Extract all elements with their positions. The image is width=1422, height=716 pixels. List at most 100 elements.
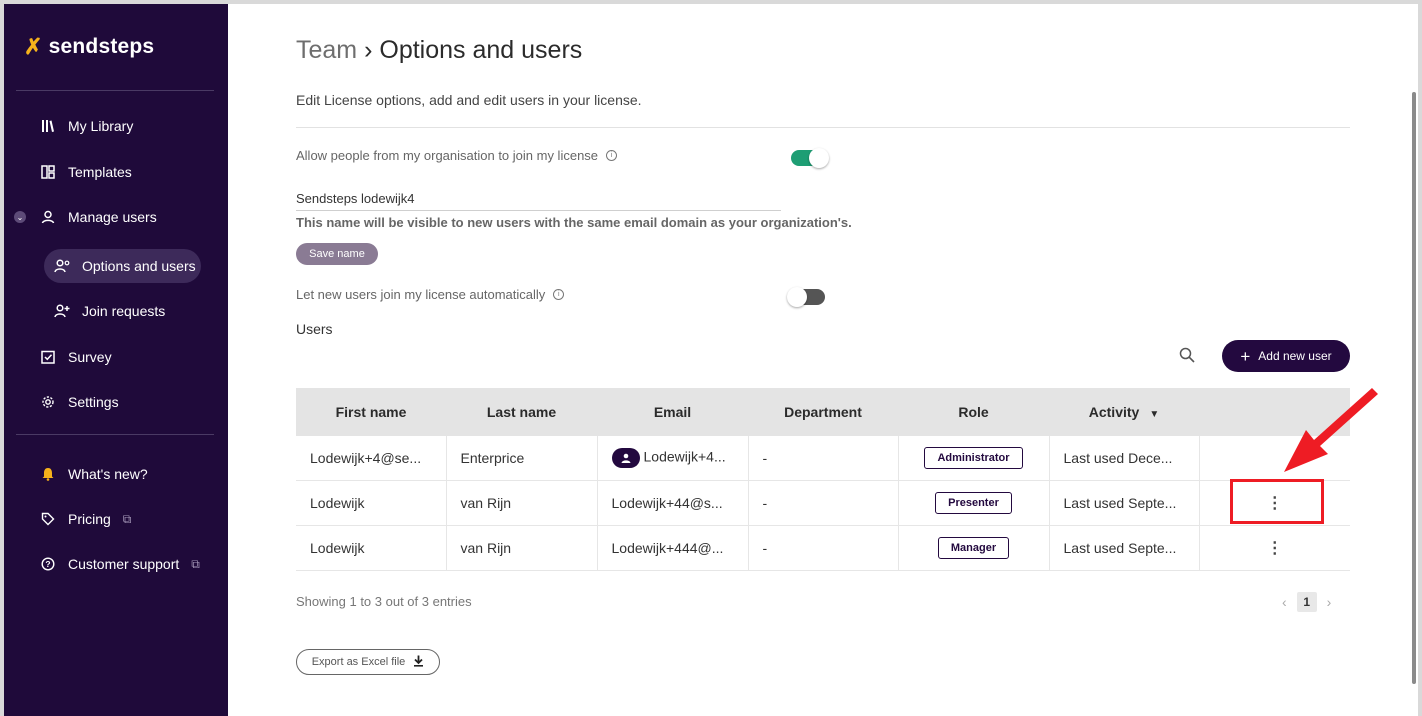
sidebar-item-label: Manage users: [68, 209, 157, 225]
sidebar-item-customer-support[interactable]: ? Customer support ⧉: [4, 549, 228, 579]
save-name-button[interactable]: Save name: [296, 243, 378, 265]
page-number-button[interactable]: 1: [1296, 592, 1317, 612]
sidebar-item-options-and-users[interactable]: Options and users: [4, 249, 228, 283]
chevron-left-icon[interactable]: ‹: [1282, 594, 1287, 610]
add-new-user-label: Add new user: [1258, 349, 1332, 363]
user-settings-icon: [52, 259, 72, 273]
organisation-name-input[interactable]: [296, 186, 781, 211]
logo-icon: ✗: [24, 34, 43, 59]
sidebar-item-pricing[interactable]: Pricing ⧉: [4, 504, 228, 534]
table-row: Lodewijk van Rijn Lodewijk+44@s... - Pre…: [296, 480, 1350, 526]
info-icon[interactable]: i: [553, 289, 565, 300]
pagination: ‹ 1 ›: [1282, 592, 1331, 612]
column-header-activity[interactable]: Activity ▼: [1049, 388, 1199, 436]
sidebar-item-join-requests[interactable]: Join requests: [4, 296, 228, 326]
logo-text: sendsteps: [48, 35, 155, 58]
sidebar-item-settings[interactable]: Settings: [4, 387, 228, 417]
allow-join-label: Allow people from my organisation to joi…: [296, 148, 599, 163]
table-header-row: First name Last name Email Department Ro…: [296, 388, 1350, 436]
cell-first-name: Lodewijk+4@se...: [296, 436, 447, 481]
page-title-text: Options and users: [379, 36, 583, 64]
user-icon: [38, 210, 58, 224]
auto-join-toggle[interactable]: [787, 287, 825, 307]
search-icon[interactable]: [1178, 346, 1196, 364]
sidebar-item-label: Pricing: [68, 511, 111, 527]
activity-header-label: Activity: [1088, 404, 1140, 420]
sidebar-item-label: Templates: [68, 164, 132, 180]
auto-join-option: Let new users join my license automatica…: [296, 287, 565, 302]
role-badge[interactable]: Administrator: [924, 447, 1023, 469]
column-header-last-name[interactable]: Last name: [446, 388, 597, 436]
cell-actions: ⋮: [1199, 525, 1350, 571]
entries-count: Showing 1 to 3 out of 3 entries: [296, 594, 472, 609]
user-add-icon: [52, 304, 72, 318]
library-icon: [38, 119, 58, 133]
table-row: Lodewijk van Rijn Lodewijk+444@... - Man…: [296, 525, 1350, 571]
sidebar-divider: [16, 434, 214, 435]
bell-icon: [38, 467, 58, 481]
templates-icon: [38, 165, 58, 179]
export-label: Export as Excel file: [311, 656, 406, 668]
column-header-role[interactable]: Role: [898, 388, 1049, 436]
cell-department: -: [748, 525, 899, 571]
external-link-icon: ⧉: [191, 556, 200, 571]
page-title: Team › Options and users: [296, 36, 582, 65]
add-new-user-button[interactable]: + Add new user: [1222, 340, 1350, 372]
organisation-name-hint: This name will be visible to new users w…: [296, 215, 852, 230]
auto-join-label: Let new users join my license automatica…: [296, 287, 546, 302]
cell-email: Lodewijk+4...: [597, 436, 749, 481]
breadcrumb-team[interactable]: Team: [296, 36, 357, 64]
cell-activity: Last used Dece...: [1049, 436, 1200, 481]
sidebar-item-my-library[interactable]: My Library: [4, 111, 228, 141]
column-header-first-name[interactable]: First name: [296, 388, 446, 436]
export-excel-button[interactable]: Export as Excel file: [296, 649, 440, 675]
toggle-knob: [809, 148, 829, 168]
users-table: First name Last name Email Department Ro…: [296, 388, 1350, 571]
users-heading: Users: [296, 321, 333, 337]
download-icon: [413, 655, 424, 670]
cell-last-name: van Rijn: [446, 480, 598, 526]
divider: [296, 127, 1350, 128]
sidebar-item-label: Settings: [68, 394, 119, 410]
table-row: Lodewijk+4@se... Enterprice Lodewijk+4..…: [296, 436, 1350, 481]
sidebar-item-manage-users[interactable]: Manage users: [4, 202, 228, 232]
cell-email: Lodewijk+444@...: [597, 525, 749, 571]
email-text: Lodewijk+4...: [643, 448, 726, 465]
gear-icon: [38, 395, 58, 409]
cell-role: Manager: [898, 525, 1050, 571]
cell-email: Lodewijk+44@s...: [597, 480, 749, 526]
cell-first-name: Lodewijk: [296, 525, 447, 571]
cell-last-name: Enterprice: [446, 436, 598, 481]
allow-join-toggle[interactable]: [791, 148, 829, 168]
role-badge[interactable]: Presenter: [935, 492, 1012, 514]
cell-activity: Last used Septe...: [1049, 480, 1200, 526]
sidebar-item-label: My Library: [68, 118, 134, 134]
sendsteps-logo[interactable]: ✗ sendsteps: [24, 34, 154, 60]
cell-role: Administrator: [898, 436, 1050, 481]
checkbox-icon: [38, 350, 58, 364]
column-header-department[interactable]: Department: [748, 388, 898, 436]
info-icon[interactable]: i: [606, 150, 618, 161]
allow-join-option: Allow people from my organisation to joi…: [296, 148, 618, 163]
cell-department: -: [748, 480, 899, 526]
cell-department: -: [748, 436, 899, 481]
sidebar: ✗ sendsteps My Library Templates ⌄ Manag…: [4, 4, 228, 716]
sidebar-item-templates[interactable]: Templates: [4, 157, 228, 187]
cell-role: Presenter: [898, 480, 1050, 526]
sort-down-icon[interactable]: ▼: [1149, 409, 1159, 420]
cell-first-name: Lodewijk: [296, 480, 447, 526]
help-icon: ?: [38, 557, 58, 571]
chevron-right-icon[interactable]: ›: [1327, 594, 1332, 610]
toggle-knob: [787, 287, 807, 307]
sidebar-item-whats-new[interactable]: What's new?: [4, 459, 228, 489]
sidebar-item-label: Customer support: [68, 556, 180, 572]
role-badge[interactable]: Manager: [937, 537, 1010, 559]
more-options-icon[interactable]: ⋮: [1267, 540, 1283, 557]
breadcrumb-separator: ›: [364, 36, 373, 64]
external-link-icon: ⧉: [122, 511, 132, 526]
annotation-arrow-icon: [1284, 388, 1378, 472]
page-subtitle: Edit License options, add and edit users…: [296, 92, 642, 108]
sidebar-item-survey[interactable]: Survey: [4, 342, 228, 372]
vertical-scrollbar[interactable]: [1412, 92, 1416, 684]
column-header-email[interactable]: Email: [597, 388, 748, 436]
